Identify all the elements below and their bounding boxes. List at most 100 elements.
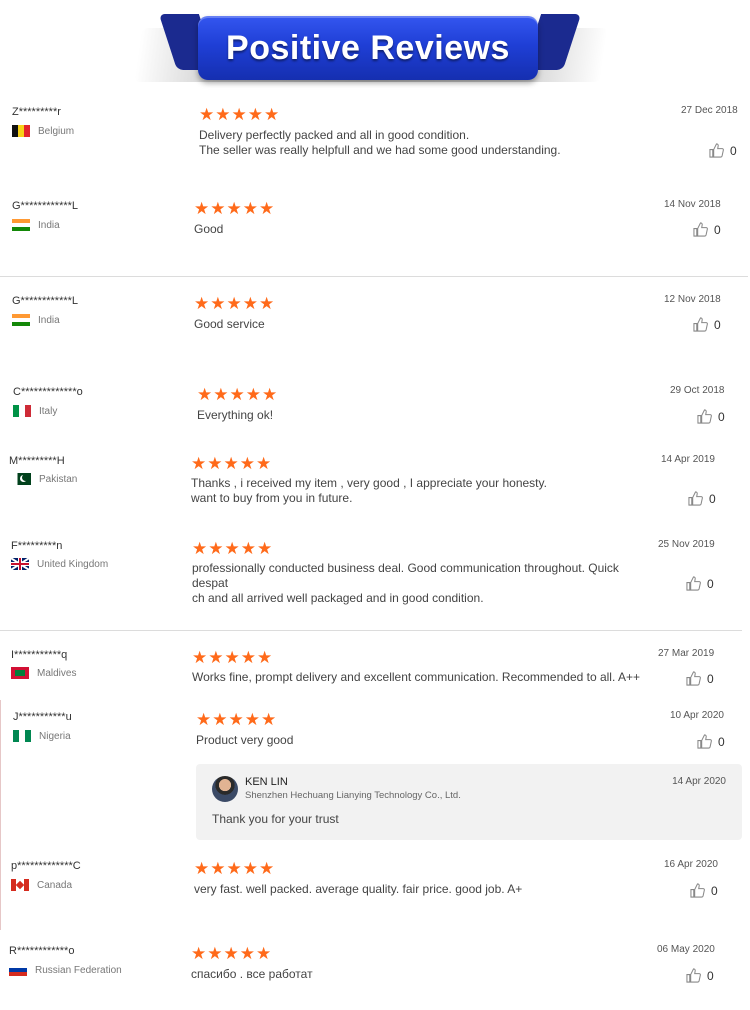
russia-flag-icon (9, 964, 27, 976)
like-button[interactable]: 0 (697, 409, 725, 424)
thumbs-up-icon (690, 883, 705, 898)
reviewer-name: J***********u (13, 711, 72, 723)
thumbs-up-icon (686, 576, 701, 591)
like-button[interactable]: 0 (693, 317, 721, 332)
review-text: Thanks , i received my item , very good … (191, 476, 547, 505)
reviewer-country: Russian Federation (9, 964, 122, 976)
like-count: 0 (711, 883, 718, 898)
review-date: 06 May 2020 (657, 944, 715, 955)
review-date: 14 Apr 2019 (661, 454, 715, 465)
thumbs-up-icon (693, 317, 708, 332)
section-divider (0, 630, 742, 631)
like-count: 0 (707, 671, 714, 686)
reviewer-country: Belgium (12, 125, 74, 137)
like-count: 0 (730, 143, 737, 158)
review-text: Everything ok! (197, 408, 274, 422)
page-title: Positive Reviews (226, 28, 510, 67)
review-text: Good (194, 222, 224, 236)
like-count: 0 (718, 734, 725, 749)
seller-company: Shenzhen Hechuang Lianying Technology Co… (245, 790, 461, 801)
review-date: 29 Oct 2018 (670, 385, 725, 396)
like-count: 0 (714, 222, 721, 237)
like-count: 0 (709, 491, 716, 506)
review-text: Good service (194, 317, 265, 331)
rating-stars: ★★★★★ (192, 648, 274, 667)
review-date: 10 Apr 2020 (670, 710, 724, 721)
review-text: professionally conducted business deal. … (192, 561, 619, 605)
review-date: 12 Nov 2018 (664, 294, 721, 305)
reviewer-country: Canada (11, 879, 72, 891)
like-count: 0 (707, 576, 714, 591)
country-label: Maldives (37, 667, 77, 679)
thumbs-up-icon (693, 222, 708, 237)
section-divider (0, 276, 748, 277)
banner: Positive Reviews (198, 16, 538, 80)
rating-stars: ★★★★★ (199, 105, 281, 124)
reviewer-name: M*********H (9, 455, 65, 467)
rating-stars: ★★★★★ (194, 199, 276, 218)
left-border-line (0, 700, 1, 930)
review-date: 27 Mar 2019 (658, 648, 715, 659)
review-text: Product very good (196, 733, 294, 747)
reviewer-name: Z*********r (12, 106, 61, 118)
country-label: India (38, 219, 60, 231)
thumbs-up-icon (697, 734, 712, 749)
nigeria-flag-icon (13, 730, 31, 742)
seller-reply: KEN LIN Shenzhen Hechuang Lianying Techn… (196, 764, 742, 840)
italy-flag-icon (13, 405, 31, 417)
country-label: Pakistan (39, 473, 78, 485)
like-button[interactable]: 0 (690, 883, 718, 898)
country-label: Nigeria (39, 730, 71, 742)
like-button[interactable]: 0 (686, 671, 714, 686)
rating-stars: ★★★★★ (194, 859, 276, 878)
like-count: 0 (714, 317, 721, 332)
thumbs-up-icon (686, 671, 701, 686)
thumbs-up-icon (697, 409, 712, 424)
thumbs-up-icon (709, 143, 724, 158)
like-count: 0 (707, 968, 714, 983)
country-label: United Kingdom (37, 558, 109, 570)
review-text: very fast. well packed. average quality.… (194, 882, 523, 896)
reviewer-name: F*********n (11, 540, 63, 552)
rating-stars: ★★★★★ (191, 944, 273, 963)
seller-name: KEN LIN (245, 776, 288, 788)
india-flag-icon (12, 314, 30, 326)
reply-text: Thank you for your trust (212, 812, 339, 826)
canada-flag-icon (11, 879, 29, 891)
rating-stars: ★★★★★ (197, 385, 279, 404)
review-date: 16 Apr 2020 (664, 859, 718, 870)
reviewer-name: G************L (12, 200, 79, 212)
reviewer-country: Pakistan (13, 473, 77, 485)
review-text: спасибо . все работат (191, 967, 313, 981)
country-label: India (38, 314, 60, 326)
reviewer-name: I***********q (11, 649, 68, 661)
country-label: Russian Federation (35, 964, 122, 976)
reviewer-country: India (12, 314, 60, 326)
reviewer-name: G************L (12, 295, 79, 307)
like-button[interactable]: 0 (686, 968, 714, 983)
rating-stars: ★★★★★ (194, 294, 276, 313)
reviewer-country: Italy (13, 405, 57, 417)
reviewer-country: India (12, 219, 60, 231)
like-button[interactable]: 0 (693, 222, 721, 237)
reviewer-name: R************o (9, 945, 75, 957)
rating-stars: ★★★★★ (192, 539, 274, 558)
reviewer-country: Nigeria (13, 730, 71, 742)
review-date: 14 Nov 2018 (664, 199, 721, 210)
rating-stars: ★★★★★ (191, 454, 273, 473)
reviewer-name: p*************C (11, 860, 81, 872)
belgium-flag-icon (12, 125, 30, 137)
india-flag-icon (12, 219, 30, 231)
reviewer-country: Maldives (11, 667, 76, 679)
reviewer-name: C*************o (13, 386, 83, 398)
country-label: Belgium (38, 125, 75, 137)
rating-stars: ★★★★★ (196, 710, 278, 729)
country-label: Canada (37, 879, 73, 891)
like-button[interactable]: 0 (686, 576, 714, 591)
country-label: Italy (39, 405, 58, 417)
maldives-flag-icon (11, 667, 29, 679)
like-button[interactable]: 0 (697, 734, 725, 749)
like-count: 0 (718, 409, 725, 424)
like-button[interactable]: 0 (709, 143, 737, 158)
like-button[interactable]: 0 (688, 491, 716, 506)
